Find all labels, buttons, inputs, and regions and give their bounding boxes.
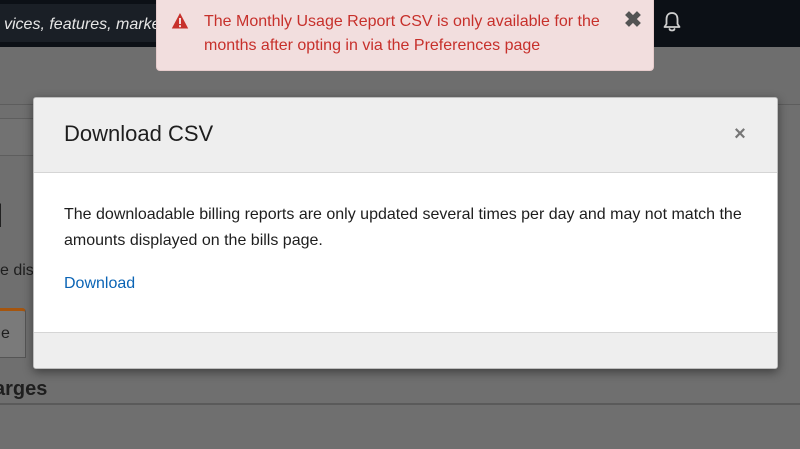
- modal-body: The downloadable billing reports are onl…: [34, 173, 777, 332]
- alert-close-button[interactable]: ✖: [623, 9, 643, 31]
- download-csv-modal: Download CSV × The downloadable billing …: [33, 97, 778, 369]
- section-divider: [0, 403, 800, 405]
- modal-footer: [34, 332, 777, 368]
- alert-message: The Monthly Usage Report CSV is only ava…: [204, 13, 600, 54]
- page-title: l: [0, 198, 3, 235]
- tab-active[interactable]: e: [0, 308, 26, 358]
- modal-title: Download CSV: [64, 121, 214, 146]
- error-alert: The Monthly Usage Report CSV is only ava…: [156, 0, 654, 71]
- bell-icon[interactable]: [662, 11, 682, 33]
- search-placeholder: vices, features, marke: [4, 16, 161, 33]
- search-bar[interactable]: vices, features, marke: [0, 4, 170, 42]
- tab-label: e: [1, 325, 10, 342]
- section-heading: arges: [0, 378, 48, 400]
- page-description: e dis: [0, 262, 34, 279]
- modal-header: Download CSV ×: [34, 98, 777, 173]
- modal-close-button[interactable]: ×: [730, 124, 750, 144]
- warning-triangle-icon: [171, 13, 189, 29]
- modal-description: The downloadable billing reports are onl…: [64, 206, 742, 249]
- download-link[interactable]: Download: [64, 275, 135, 293]
